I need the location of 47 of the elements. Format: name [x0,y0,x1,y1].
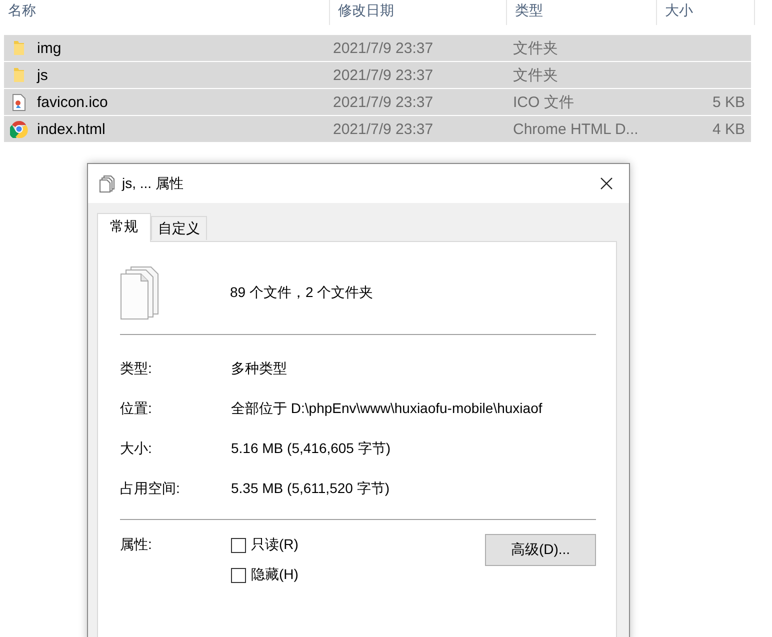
file-type: 文件夹 [513,38,558,58]
file-row[interactable]: favicon.ico 2021/7/9 23:37 ICO 文件 5 KB [4,89,751,116]
property-value: 5.16 MB (5,416,605 字节) [231,440,391,458]
property-label: 属性: [120,536,153,554]
file-type: ICO 文件 [513,92,574,112]
modified-date: 2021/7/9 23:37 [333,40,434,56]
modified-date: 2021/7/9 23:37 [333,66,434,84]
column-header[interactable]: 修改日期 [330,0,507,25]
file-name: img [37,40,62,56]
folder-icon [12,67,26,83]
checkbox-label[interactable]: 只读(R) [251,536,298,554]
file-type: 文件夹 [513,66,558,84]
property-label: 类型: [120,360,153,378]
file-row[interactable]: js 2021/7/9 23:37 文件夹 [4,62,751,89]
advanced-button[interactable]: 高级(D)... [485,534,596,566]
folder-icon [12,40,26,56]
file-summary: 89 个文件，2 个文件夹 [230,284,374,302]
file-row[interactable]: img 2021/7/9 23:37 文件夹 [4,35,751,62]
documents-icon [120,266,160,320]
modified-date: 2021/7/9 23:37 [333,120,434,138]
property-label: 占用空间: [120,480,181,498]
checkbox[interactable] [231,538,246,552]
column-header[interactable]: 名称 [0,0,330,25]
tab[interactable]: 自定义 [151,216,207,240]
file-type: Chrome HTML D... [513,120,638,138]
file-row[interactable]: index.html 2021/7/9 23:37 Chrome HTML D... 4 KB [4,116,751,143]
checkbox-label[interactable]: 隐藏(H) [251,566,298,584]
modified-date: 2021/7/9 23:37 [333,94,434,110]
documents-icon [98,174,116,192]
image-file-icon [12,94,26,110]
file-size: 5 KB [712,94,745,110]
file-name: index.html [37,120,106,138]
column-header[interactable]: 类型 [507,0,657,25]
window-title: js, ... 属性 [122,174,184,192]
column-header[interactable]: 大小 [657,0,755,25]
tab[interactable]: 常规 [97,213,151,242]
browser-icon [10,120,28,138]
property-value: 全部位于 D:\phpEnv\www\huxiaofu-mobile\huxiaof [231,400,542,418]
property-label: 位置: [120,400,153,418]
file-name: favicon.ico [37,94,108,110]
file-size: 4 KB [712,120,745,138]
close-icon[interactable] [600,177,612,190]
file-name: js [37,66,48,84]
checkbox[interactable] [231,568,246,582]
property-label: 大小: [120,440,153,458]
property-value: 5.35 MB (5,611,520 字节) [231,480,390,498]
property-value: 多种类型 [231,360,287,378]
